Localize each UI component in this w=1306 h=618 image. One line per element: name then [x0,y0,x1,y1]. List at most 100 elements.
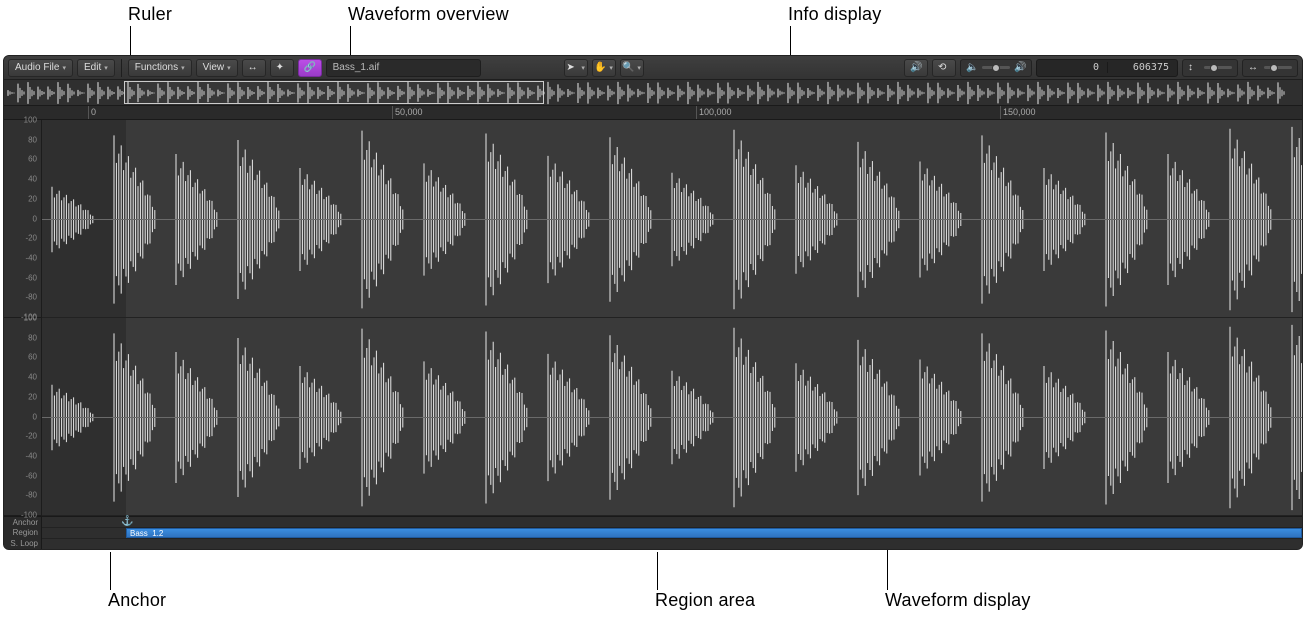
audio-file-editor: Audio File▾ Edit▾ Functions▾ View▾ ↔ ✦ 🔗… [3,55,1303,550]
ruler-label: 100,000 [699,107,732,117]
info-display[interactable]: Bass_1.aif [326,59,481,77]
sample-counter: 0 606375 [1036,59,1178,77]
slider-knob[interactable] [1270,64,1278,72]
waveform-overview[interactable] [4,80,1302,106]
db-label: 100 [24,116,37,125]
sloop-row[interactable] [42,539,1302,550]
callout-overview: Waveform overview [348,4,509,25]
cycle-icon: ⟲ [938,62,950,74]
waveform-right [42,318,1302,515]
menu-label: View [203,62,225,73]
pointer-tool-button[interactable]: ➤▾ [564,59,588,77]
slider-knob[interactable] [992,64,1000,72]
chevron-down-icon: ▾ [581,64,585,72]
db-label: 80 [28,333,37,342]
waveform-tracks[interactable] [42,120,1302,516]
link-icon: 🔗 [304,62,316,74]
channel-right [42,318,1302,516]
counter-end: 606375 [1107,62,1177,73]
callout-ruler: Ruler [128,4,172,25]
db-label: 20 [28,194,37,203]
db-label: 20 [28,392,37,401]
menu-label: Edit [84,62,101,73]
ruler-label: 50,000 [395,107,423,117]
anchor-row[interactable]: ⚓ [42,517,1302,528]
vol-high-icon: 🔊 [1014,62,1026,74]
db-label: -100 [21,511,37,520]
db-label: -20 [25,432,37,441]
region-row[interactable]: Bass_1.2 [42,528,1302,539]
region-tracks[interactable]: ⚓ Bass_1.2 [42,517,1302,549]
waveform-left [42,120,1302,317]
hand-tool-button[interactable]: ✋▾ [592,59,616,77]
toolbar: Audio File▾ Edit▾ Functions▾ View▾ ↔ ✦ 🔗… [4,56,1302,80]
chevron-down-icon: ▾ [104,64,108,72]
cycle-button[interactable]: ⟲ [932,59,956,77]
db-label: 80 [28,135,37,144]
catch-icon: ↔ [248,62,260,74]
channel-left [42,120,1302,318]
vol-low-icon: 🔈 [966,62,978,74]
speaker-icon: 🔊 [910,62,922,74]
callout-line [110,552,111,590]
slider-track [982,66,1010,69]
region-name: Bass_1.2 [130,529,163,538]
chevron-down-icon: ▾ [609,64,613,72]
db-label: -60 [25,273,37,282]
scale-channel-left: 100806040200-20-40-60-80-100 [4,120,41,318]
menu-functions[interactable]: Functions▾ [128,59,192,77]
menu-view[interactable]: View▾ [196,59,238,77]
label-sloop: S. Loop [4,539,38,548]
db-label: -40 [25,451,37,460]
callout-anchor: Anchor [108,590,166,611]
chevron-down-icon: ▾ [181,64,185,72]
anchor-marker[interactable]: ⚓ [121,516,131,527]
link-button[interactable]: 🔗 [298,59,322,77]
label-region: Region [4,528,38,537]
horiz-zoom-icon: ↔ [1248,62,1260,74]
zoom-icon: 🔍 [622,62,634,74]
db-label: 40 [28,175,37,184]
callout-line [657,552,658,590]
preview-volume-slider[interactable]: 🔈 🔊 [960,59,1032,77]
transient-icon: ✦ [276,62,288,74]
scale-channel-right: 100806040200-20-40-60-80-100 [4,318,41,516]
overview-viewport[interactable] [124,81,544,104]
catch-playhead-button[interactable]: ↔ [242,59,266,77]
hand-icon: ✋ [594,62,606,74]
callout-waveform-display: Waveform display [885,590,1031,611]
db-label: 0 [33,412,37,421]
waveform-display: 100806040200-20-40-60-80-100 10080604020… [4,120,1302,516]
ruler[interactable]: 050,000100,000150,000 [4,106,1302,120]
menu-edit[interactable]: Edit▾ [77,59,115,77]
callout-info: Info display [788,4,881,25]
db-label: 40 [28,373,37,382]
info-text: Bass_1.aif [333,62,380,73]
vertical-zoom-slider[interactable]: ↕ [1182,59,1238,77]
amplitude-scale: 100806040200-20-40-60-80-100 10080604020… [4,120,42,516]
menu-label: Audio File [15,62,59,73]
db-label: -80 [25,491,37,500]
db-label: -60 [25,471,37,480]
db-label: 60 [28,353,37,362]
slider-track [1264,66,1292,69]
separator [121,59,122,77]
region-bar[interactable]: Bass_1.2 [126,528,1302,538]
menu-label: Functions [135,62,178,73]
counter-start: 0 [1037,62,1107,73]
db-label: -40 [25,253,37,262]
horizontal-zoom-slider[interactable]: ↔ [1242,59,1298,77]
db-label: 0 [33,214,37,223]
chevron-down-icon: ▾ [227,64,231,72]
slider-knob[interactable] [1210,64,1218,72]
slider-track [1204,66,1232,69]
zoom-tool-button[interactable]: 🔍▾ [620,59,644,77]
ruler-label: 150,000 [1003,107,1036,117]
transient-edit-button[interactable]: ✦ [270,59,294,77]
preview-button[interactable]: 🔊 [904,59,928,77]
region-area: Anchor Region S. Loop ⚓ Bass_1.2 [4,516,1302,549]
db-label: -20 [25,234,37,243]
chevron-down-icon: ▾ [637,64,641,72]
vert-zoom-icon: ↕ [1188,62,1200,74]
menu-audio-file[interactable]: Audio File▾ [8,59,73,77]
